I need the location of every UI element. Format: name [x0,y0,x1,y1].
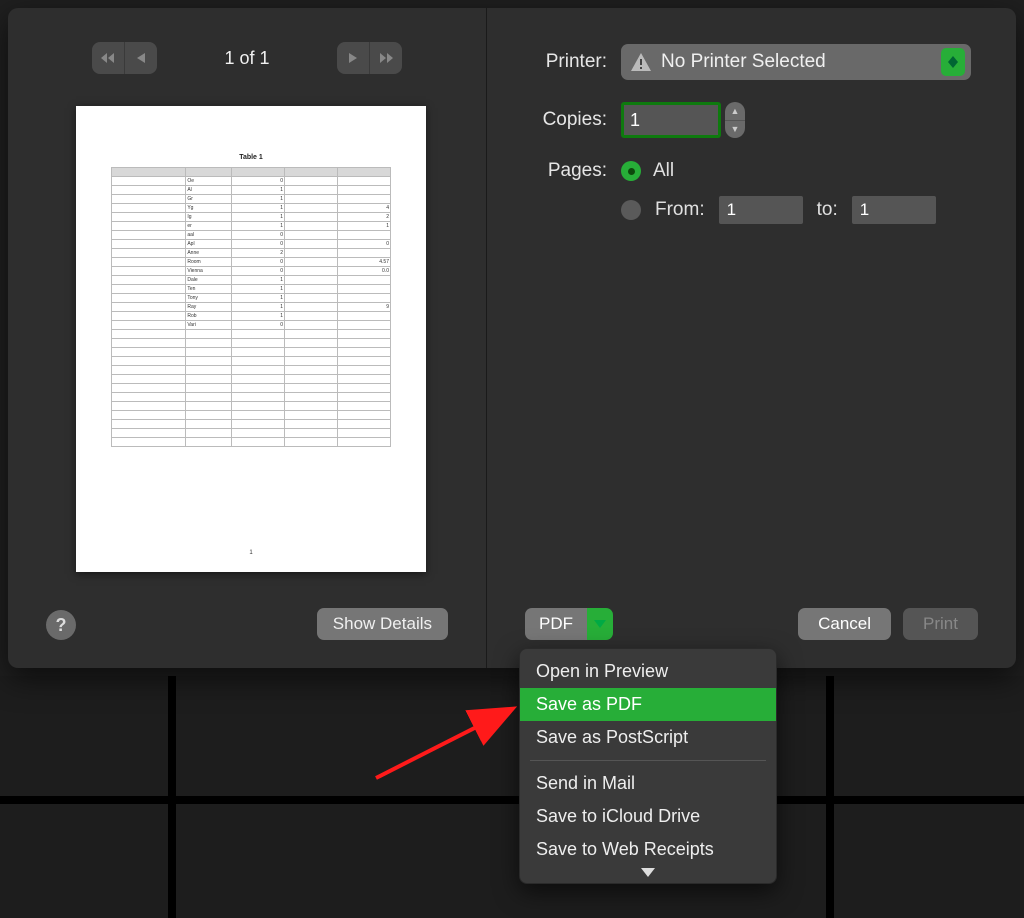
pages-from-input[interactable]: 1 [719,196,803,224]
pages-from-label: From: [655,199,705,221]
table-row [112,402,391,411]
menu-item[interactable]: Save as PDF [520,688,776,721]
table-row: Anne2 [112,249,391,258]
next-page-icon[interactable] [337,42,369,74]
pages-all-radio[interactable] [621,161,641,181]
table-row [112,357,391,366]
table-row: Tony1 [112,294,391,303]
copies-label: Copies: [487,109,607,131]
table-row: Al1 [112,186,391,195]
menu-item[interactable]: Save to iCloud Drive [520,800,776,833]
page-indicator: 1 of 1 [167,48,327,69]
pages-to-label: to: [817,199,838,221]
pdf-dropdown-menu: Open in PreviewSave as PDFSave as PostSc… [519,648,777,884]
table-row [112,393,391,402]
table-row [112,411,391,420]
printer-select[interactable]: No Printer Selected [621,44,971,80]
preview-table: Oe0Al1Gr1Yg14Ig12er11aal0Apl00Anne2Room0… [111,167,391,447]
cancel-button[interactable]: Cancel [798,608,891,640]
table-row: Vari0 [112,321,391,330]
chevron-down-icon[interactable] [520,866,776,881]
table-row: Ray19 [112,303,391,312]
pages-all-label: All [653,160,674,182]
stepper-up-icon[interactable]: ▲ [725,102,745,120]
preview-table-title: Table 1 [76,154,426,161]
table-row: Vienna00.0 [112,267,391,276]
menu-item[interactable]: Save to Web Receipts [520,833,776,866]
table-row [112,438,391,447]
menu-separator [530,760,766,761]
next-page-group[interactable] [337,42,402,74]
pages-to-input[interactable]: 1 [852,196,936,224]
menu-item[interactable]: Send in Mail [520,767,776,800]
preview-page-number: 1 [76,550,426,556]
printer-label: Printer: [487,51,607,73]
table-row: Rob1 [112,312,391,321]
table-row [112,420,391,429]
pdf-menu-button[interactable]: PDF [525,608,587,640]
pdf-menu-chevron[interactable] [587,608,613,640]
table-row: Yg14 [112,204,391,213]
pages-label: Pages: [487,160,607,182]
menu-item[interactable]: Open in Preview [520,655,776,688]
prev-page-icon[interactable] [124,42,157,74]
select-stepper-icon [941,48,965,76]
last-page-icon[interactable] [369,42,402,74]
table-row [112,429,391,438]
table-row [112,339,391,348]
table-row [112,366,391,375]
printer-selected-value: No Printer Selected [661,51,826,73]
help-button[interactable]: ? [46,610,76,640]
table-row [112,348,391,357]
table-row: aal0 [112,231,391,240]
warning-icon [631,53,651,71]
prev-page-group[interactable] [92,42,157,74]
table-row [112,375,391,384]
table-row: Ig12 [112,213,391,222]
print-button[interactable]: Print [903,608,978,640]
page-preview: Table 1 Oe0Al1Gr1Yg14Ig12er11aal0Apl00An… [76,106,426,572]
pages-range-radio[interactable] [621,200,641,220]
menu-item[interactable]: Save as PostScript [520,721,776,754]
settings-pane: Printer: No Printer Selected Copies: 1 [487,8,1016,668]
preview-pane: 1 of 1 Table 1 Oe0Al1Gr1Yg14Ig12er11aal0… [8,8,487,668]
table-row: Apl00 [112,240,391,249]
table-row [112,330,391,339]
copies-stepper[interactable]: ▲ ▼ [725,102,745,138]
table-row: Room04.57 [112,258,391,267]
table-row: Gr1 [112,195,391,204]
table-row: Dale1 [112,276,391,285]
stepper-down-icon[interactable]: ▼ [725,120,745,139]
first-page-icon[interactable] [92,42,124,74]
table-row: Ten1 [112,285,391,294]
table-row: er11 [112,222,391,231]
print-dialog: 1 of 1 Table 1 Oe0Al1Gr1Yg14Ig12er11aal0… [8,8,1016,668]
copies-input[interactable]: 1 [621,102,721,138]
show-details-button[interactable]: Show Details [317,608,448,640]
table-row [112,384,391,393]
background-grid [0,676,1024,918]
table-row: Oe0 [112,177,391,186]
